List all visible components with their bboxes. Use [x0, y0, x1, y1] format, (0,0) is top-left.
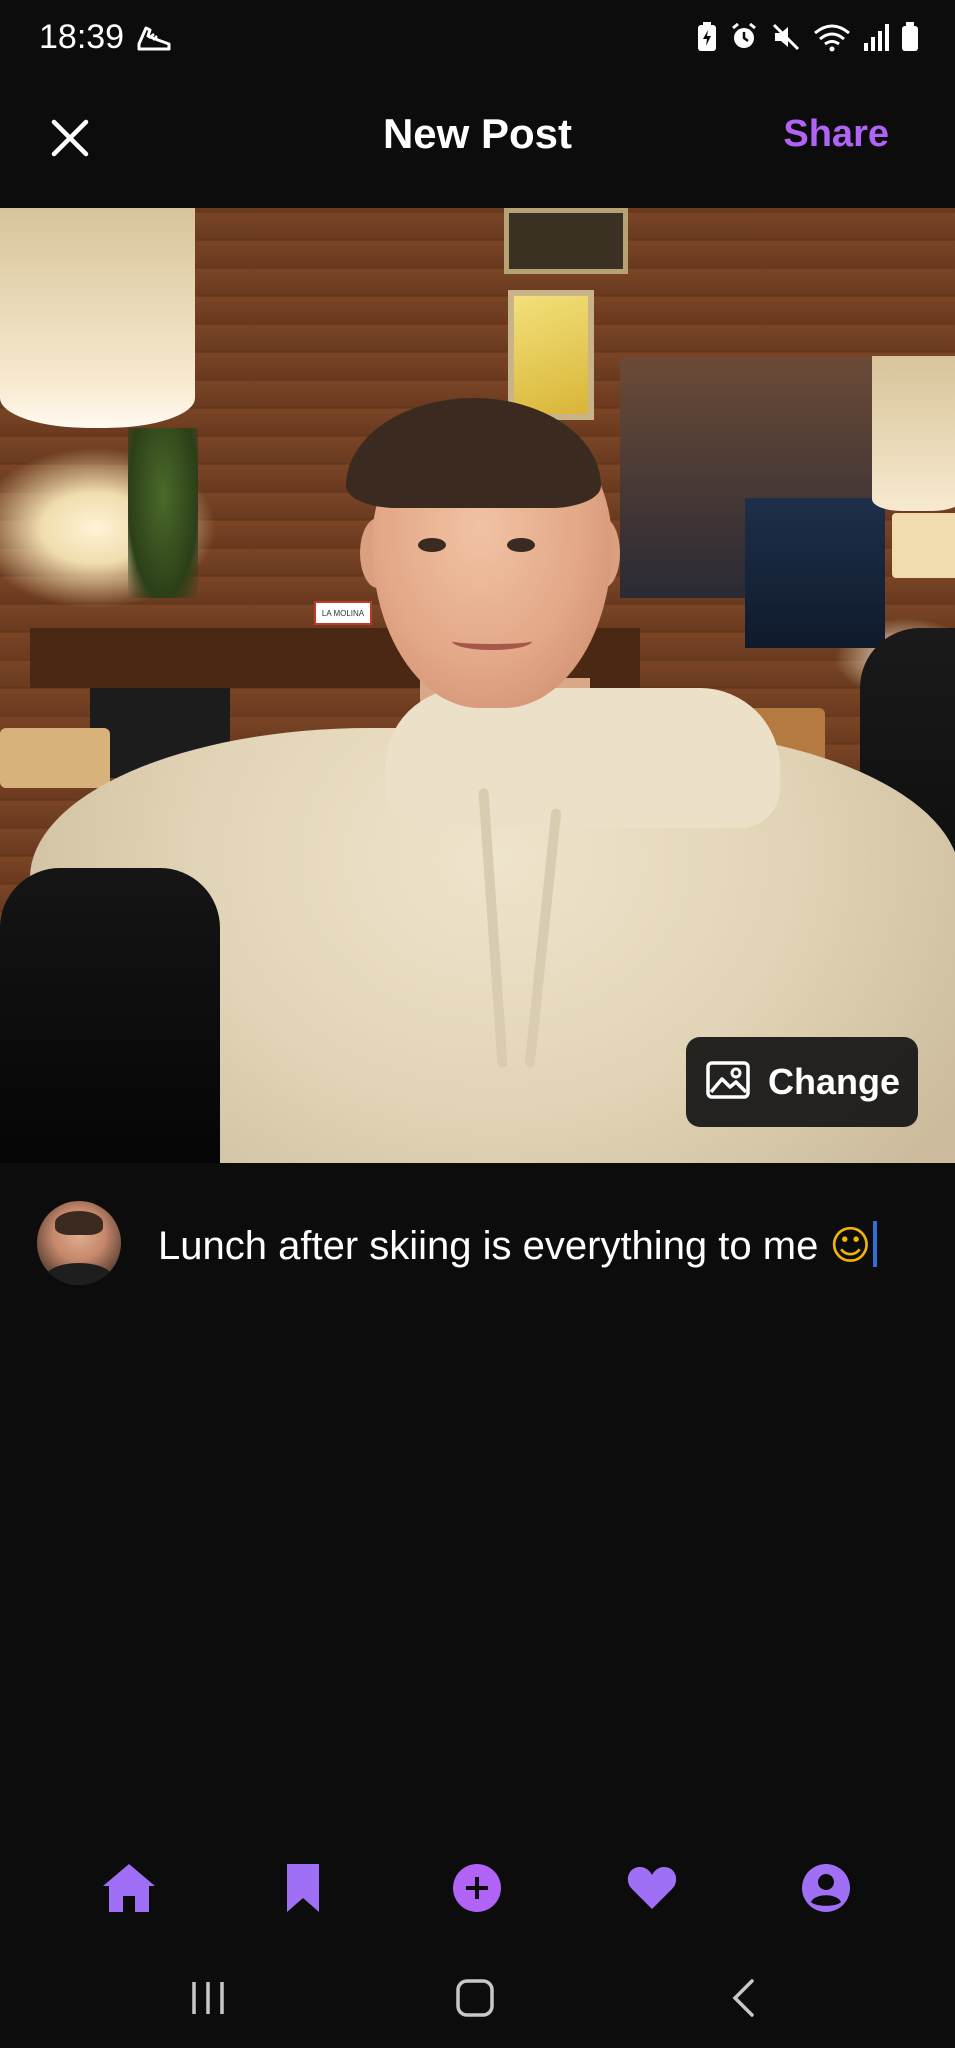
photo-sign: LA MOLINA: [314, 601, 372, 625]
text-cursor: [873, 1221, 878, 1267]
nav-home[interactable]: [89, 1848, 169, 1928]
recent-apps-icon: [192, 1982, 224, 2014]
nav-likes[interactable]: [612, 1848, 692, 1928]
caption-input[interactable]: Lunch after skiing is everything to me ☺: [158, 1221, 918, 1271]
status-bar: 18:39: [0, 0, 955, 80]
nav-bookmarks[interactable]: [263, 1848, 343, 1928]
home-icon: [103, 1864, 156, 1912]
back-button[interactable]: [708, 1963, 778, 2033]
home-button-icon: [456, 1979, 494, 2017]
nav-profile[interactable]: [786, 1848, 866, 1928]
system-nav: [0, 1943, 955, 2048]
bottom-nav: [0, 1833, 955, 1943]
smiling-emoji: ☺: [829, 1223, 872, 1269]
add-icon: [453, 1864, 502, 1912]
bookmark-icon: [287, 1864, 320, 1912]
heart-icon: [627, 1867, 676, 1909]
status-icons: [697, 22, 919, 52]
profile-icon: [801, 1864, 850, 1912]
home-button[interactable]: [440, 1963, 510, 2033]
signal-icon: [863, 23, 889, 51]
alarm-icon: [729, 22, 759, 52]
post-photo: LA MOLINA: [0, 208, 955, 1163]
shoe-icon: [136, 22, 172, 61]
header: New Post Share: [0, 80, 955, 208]
change-photo-button[interactable]: Change: [686, 1037, 918, 1127]
share-button[interactable]: Share: [783, 113, 889, 156]
image-icon: [706, 1060, 750, 1104]
wifi-icon: [813, 22, 851, 52]
back-icon: [732, 1979, 754, 2017]
recent-apps-button[interactable]: [173, 1963, 243, 2033]
avatar: [37, 1201, 121, 1285]
caption-text: Lunch after skiing is everything to me: [158, 1224, 819, 1268]
battery-saver-icon: [697, 22, 717, 52]
mute-icon: [771, 22, 801, 52]
nav-add-post[interactable]: [437, 1848, 517, 1928]
caption-composer: Lunch after skiing is everything to me ☺: [0, 1163, 955, 1833]
change-label: Change: [768, 1061, 901, 1102]
status-time: 18:39: [39, 18, 125, 56]
battery-icon: [901, 22, 919, 52]
